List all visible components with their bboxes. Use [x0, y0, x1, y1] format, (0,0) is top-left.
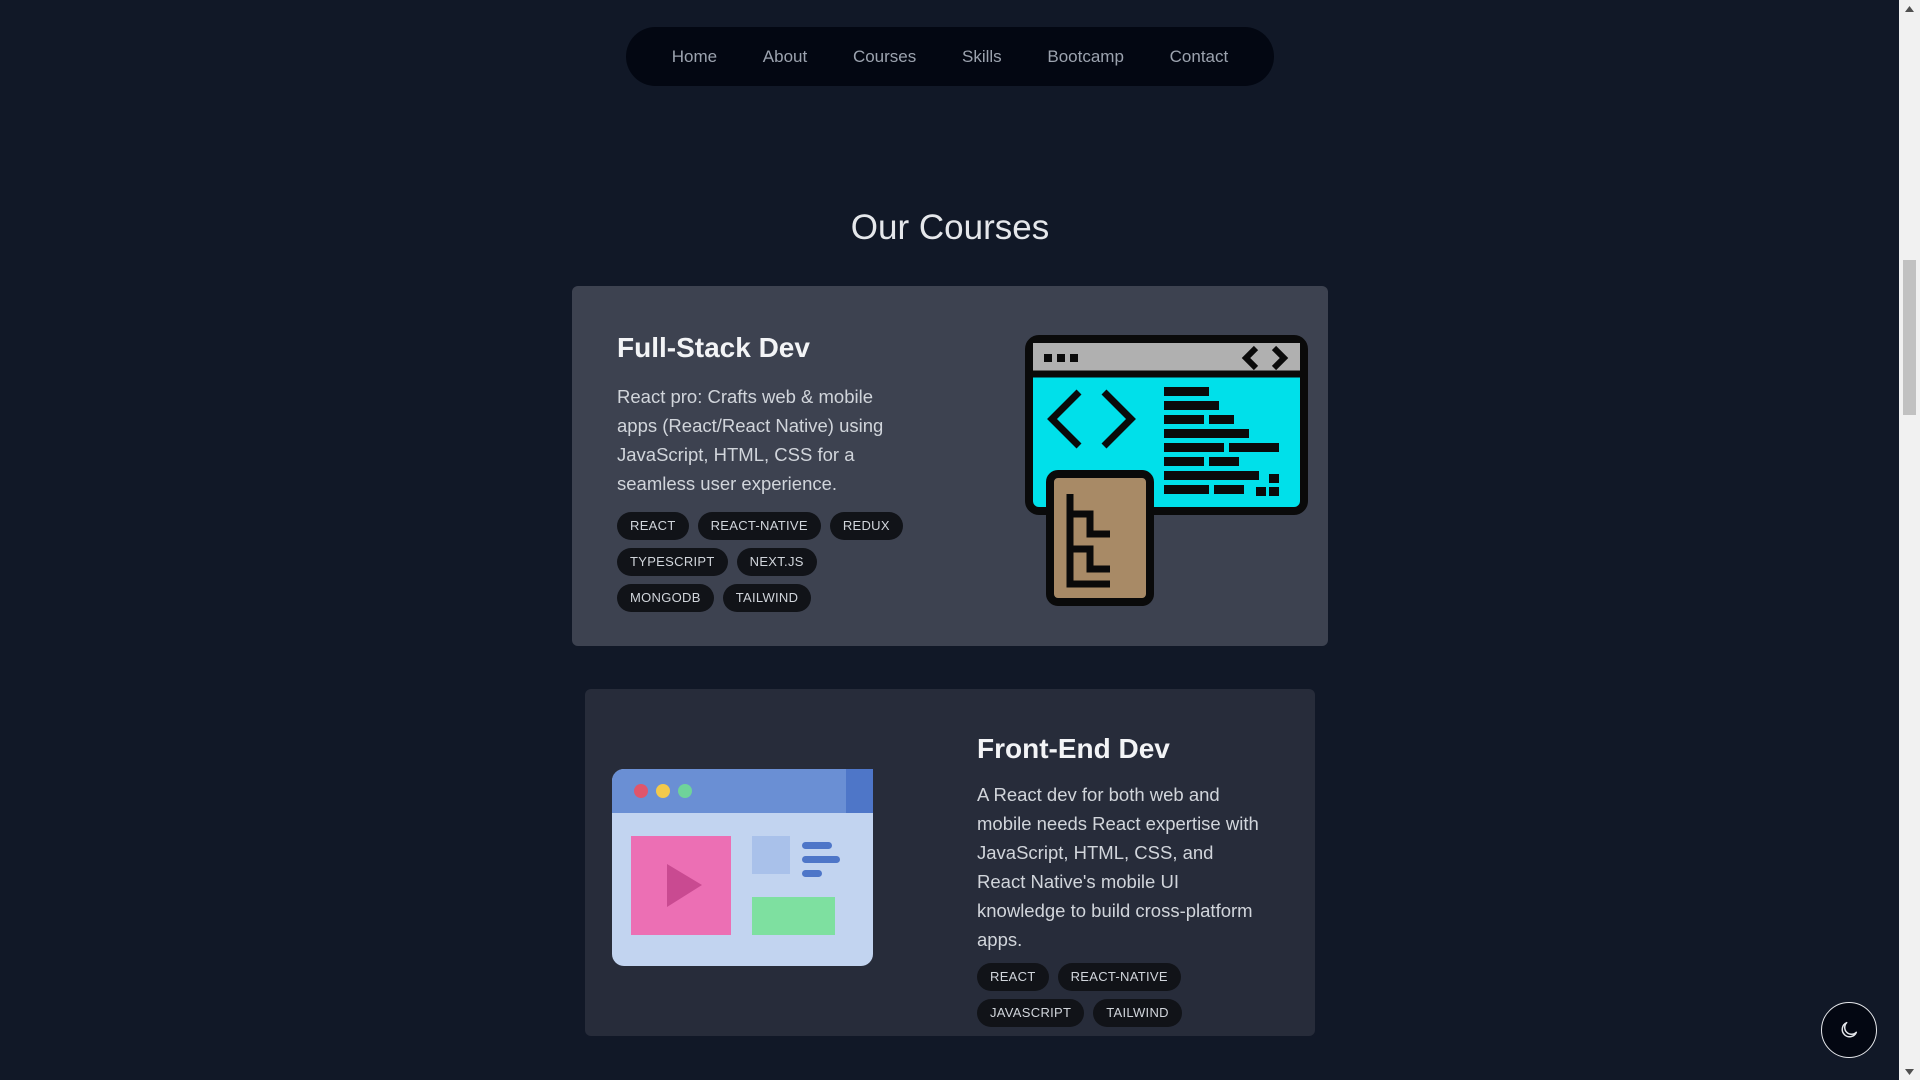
tag-chip: NEXT.JS — [736, 548, 817, 576]
tag-chip: REACT-NATIVE — [697, 512, 821, 540]
course-tags: REACT REACT-NATIVE JAVASCRIPT TAILWIND — [977, 963, 1237, 1027]
nav-link-bootcamp[interactable]: Bootcamp — [1037, 39, 1134, 75]
tag-chip: TAILWIND — [1093, 999, 1182, 1027]
browser-video-icon — [612, 769, 873, 966]
scrollbar-thumb[interactable] — [1903, 260, 1916, 415]
nav-link-contact[interactable]: Contact — [1160, 39, 1239, 75]
courses-section-title: Our Courses — [850, 208, 1050, 247]
course-card-full-stack: Full-Stack Dev React pro: Crafts web & m… — [572, 286, 1328, 646]
course-description: A React dev for both web and mobile need… — [977, 784, 1259, 950]
top-navigation: Home About Courses Skills Bootcamp Conta… — [626, 27, 1274, 86]
tag-chip: REACT — [977, 963, 1049, 991]
nav-link-courses[interactable]: Courses — [843, 39, 926, 75]
tag-chip: JAVASCRIPT — [977, 999, 1085, 1027]
course-description: React pro: Crafts web & mobile apps (Rea… — [617, 386, 884, 494]
tag-chip: REDUX — [829, 512, 903, 540]
course-title: Front-End Dev — [977, 733, 1170, 764]
course-title: Full-Stack Dev — [617, 332, 810, 363]
course-tags: REACT REACT-NATIVE REDUX TYPESCRIPT NEXT… — [617, 512, 917, 612]
code-editor-sitemap-icon — [1025, 335, 1308, 606]
nav-link-skills[interactable]: Skills — [952, 39, 1012, 75]
scroll-up-arrow-icon[interactable] — [1899, 0, 1920, 17]
tag-chip: TYPESCRIPT — [617, 548, 728, 576]
course-card-front-end: Front-End Dev A React dev for both web a… — [585, 689, 1315, 1036]
moon-icon — [1841, 1021, 1858, 1038]
tag-chip: MONGODB — [617, 584, 714, 612]
tag-chip: REACT — [617, 512, 689, 540]
tag-chip: REACT-NATIVE — [1057, 963, 1181, 991]
scroll-down-arrow-icon[interactable] — [1899, 1063, 1920, 1080]
page-scrollbar[interactable] — [1899, 0, 1920, 1080]
nav-link-about[interactable]: About — [753, 39, 817, 75]
theme-toggle-button[interactable] — [1821, 1002, 1877, 1058]
nav-link-home[interactable]: Home — [662, 39, 727, 75]
tag-chip: TAILWIND — [722, 584, 812, 612]
